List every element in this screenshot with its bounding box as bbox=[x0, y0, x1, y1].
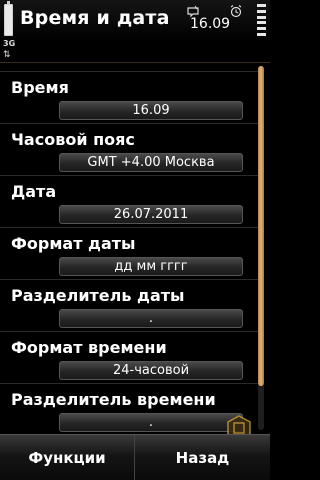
setting-label: Формат времени bbox=[11, 338, 167, 357]
alarm-icon[interactable] bbox=[229, 4, 243, 18]
network-type-indicator: 3G bbox=[3, 39, 16, 48]
setting-label: Часовой пояс bbox=[11, 130, 135, 149]
date-value-field[interactable]: 26.07.2011 bbox=[59, 205, 243, 224]
back-softkey[interactable]: Назад bbox=[135, 435, 270, 480]
signal-icon bbox=[257, 4, 266, 36]
scrollbar[interactable] bbox=[258, 66, 264, 430]
setting-row-time[interactable]: Время 16.09 bbox=[0, 71, 258, 123]
settings-list: Время 16.09 Часовой пояс GMT +4.00 Москв… bbox=[0, 62, 270, 434]
time-format-value-field[interactable]: 24-часовой bbox=[59, 361, 243, 380]
time-separator-value-field[interactable]: . bbox=[59, 413, 243, 432]
timezone-value-field[interactable]: GMT +4.00 Москва bbox=[59, 153, 243, 172]
setting-row-date-format[interactable]: Формат даты дд мм гггг bbox=[0, 227, 258, 279]
setting-label: Разделитель времени bbox=[11, 390, 216, 409]
data-transfer-icon: ⇅ bbox=[3, 50, 11, 60]
setting-label: Разделитель даты bbox=[11, 286, 185, 305]
date-format-value-field[interactable]: дд мм гггг bbox=[59, 257, 243, 276]
setting-row-timezone[interactable]: Часовой пояс GMT +4.00 Москва bbox=[0, 123, 258, 175]
setting-row-date[interactable]: Дата 26.07.2011 bbox=[0, 175, 258, 227]
softkey-bar: Функции Назад bbox=[0, 434, 270, 480]
battery-icon bbox=[4, 1, 13, 36]
setting-row-time-format[interactable]: Формат времени 24-часовой bbox=[0, 331, 258, 383]
status-bar: Время и дата 3G ⇅ 16.09 bbox=[0, 0, 270, 62]
setting-label: Дата bbox=[11, 182, 57, 201]
time-value-field[interactable]: 16.09 bbox=[59, 101, 243, 120]
options-softkey[interactable]: Функции bbox=[0, 435, 135, 480]
scrollbar-thumb[interactable] bbox=[258, 66, 264, 386]
date-separator-value-field[interactable]: . bbox=[59, 309, 243, 328]
setting-label: Формат даты bbox=[11, 234, 136, 253]
setting-label: Время bbox=[11, 78, 69, 97]
setting-row-date-separator[interactable]: Разделитель даты . bbox=[0, 279, 258, 331]
status-clock: 16.09 bbox=[190, 16, 231, 32]
setting-row-time-separator[interactable]: Разделитель времени . bbox=[0, 383, 258, 434]
page-title: Время и дата bbox=[20, 7, 170, 29]
